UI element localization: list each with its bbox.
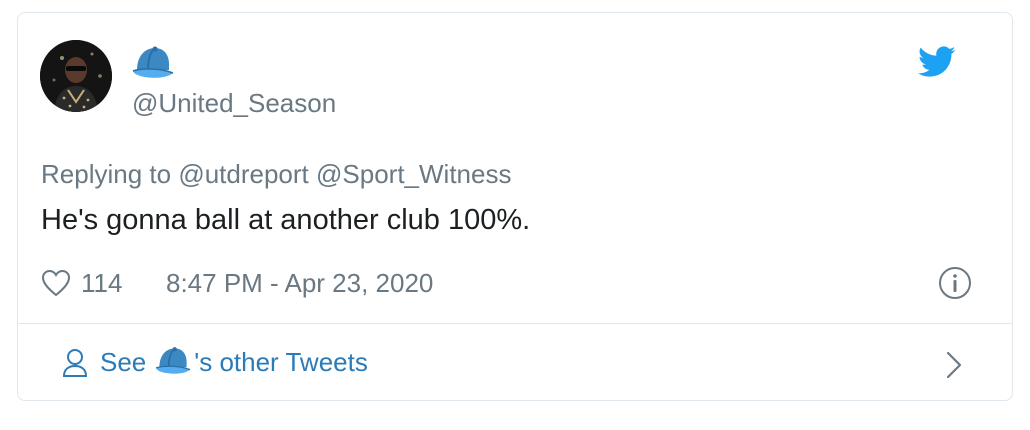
- blue-cap-icon[interactable]: [131, 44, 175, 84]
- tweet-text: He's gonna ball at another club 100%.: [41, 204, 531, 236]
- replying-prefix: Replying to: [41, 159, 172, 189]
- tweet-header: @United_Season: [40, 40, 960, 119]
- twitter-bird-icon[interactable]: [918, 46, 956, 78]
- see-other-tweets-link[interactable]: See 's other Tweets: [18, 324, 1012, 400]
- person-icon: [62, 348, 88, 378]
- heart-icon[interactable]: [41, 269, 71, 297]
- avatar[interactable]: [40, 40, 112, 112]
- other-tweets-label: 's other Tweets: [194, 347, 368, 377]
- tweet-timestamp[interactable]: 8:47 PM - Apr 23, 2020: [166, 266, 433, 300]
- see-other-tweets-label: See 's other Tweets: [100, 344, 368, 380]
- info-icon[interactable]: [938, 266, 972, 300]
- blue-cap-icon: [156, 347, 191, 374]
- tweet-meta: 114 8:47 PM - Apr 23, 2020: [41, 266, 971, 300]
- user-handle[interactable]: @United_Season: [132, 87, 336, 119]
- see-label: See: [100, 347, 147, 377]
- mention-utdreport[interactable]: @utdreport: [178, 159, 308, 189]
- like-count[interactable]: 114: [81, 266, 122, 300]
- replying-to-line: Replying to @utdreport @Sport_Witness: [41, 158, 511, 190]
- chevron-right-icon: [944, 350, 964, 380]
- mention-sport-witness[interactable]: @Sport_Witness: [316, 159, 511, 189]
